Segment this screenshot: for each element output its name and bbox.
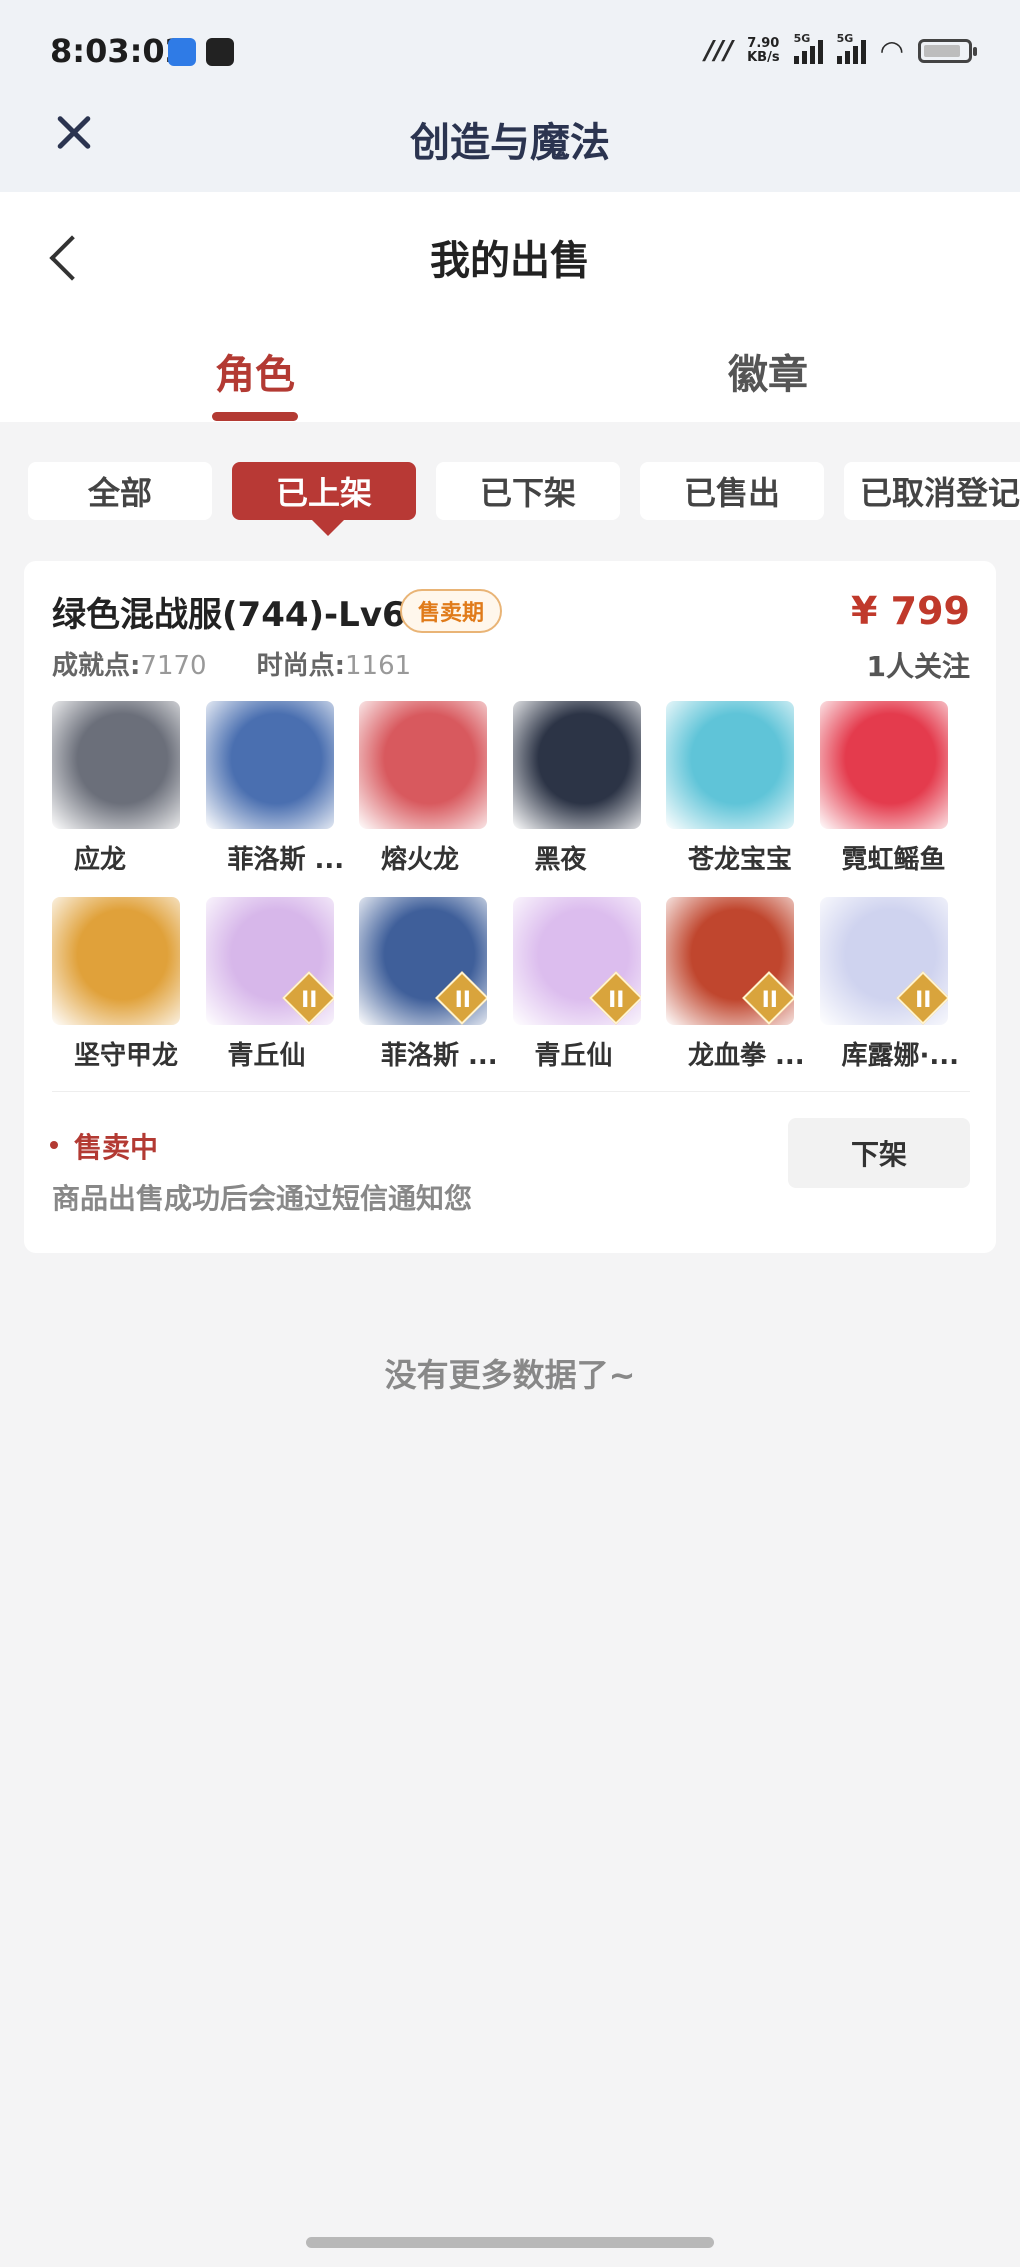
rank-glyph: II <box>915 988 932 1013</box>
rank-glyph: II <box>301 988 318 1013</box>
followers-count: 1人关注 <box>866 650 970 683</box>
pet-portrait <box>359 701 487 829</box>
listing-card[interactable]: 绿色混战服(744)-Lv69 售卖期 ¥ 799 成就点:7170 时尚点:11… <box>24 561 996 1253</box>
status-time: 8:03:02 <box>50 32 187 70</box>
pet-portrait <box>205 701 334 829</box>
net-speed-unit: KB/s <box>747 49 780 65</box>
pet-name: 苍龙宝宝 <box>688 845 793 875</box>
rank-glyph: II <box>454 988 471 1013</box>
battery-icon <box>918 38 977 63</box>
app-title: 创造与魔法 <box>410 120 610 166</box>
pet-name: 应龙 <box>74 845 127 875</box>
rank-glyph: II <box>761 988 778 1013</box>
sms-notice: 商品出售成功后会通过短信通知您 <box>52 1182 473 1215</box>
role-stats: 成就点:7170 时尚点:1161 <box>52 645 411 682</box>
page-title: 我的出售 <box>430 238 590 284</box>
pet-item[interactable]: 应龙 <box>52 701 182 876</box>
tab-role[interactable]: 角色 <box>215 342 295 400</box>
signal-icon: 5G <box>793 32 823 64</box>
pet-item[interactable]: II 库露娜·... <box>819 897 960 1072</box>
pet-name: 菲洛斯 ... <box>227 845 345 875</box>
tab-badge[interactable]: 徽章 <box>728 342 808 400</box>
price: ¥ 799 <box>851 589 970 633</box>
pet-name: 库露娜·... <box>841 1041 960 1071</box>
signal-label-1: 5G <box>793 31 811 45</box>
filter-all[interactable]: 全部 <box>28 462 212 520</box>
signal-label-2: 5G <box>836 31 854 45</box>
pet-portrait: II <box>512 897 641 1025</box>
pet-item[interactable]: 菲洛斯 ... <box>205 701 345 876</box>
alipay-app-icon <box>206 38 234 66</box>
status-dot-icon <box>50 1141 58 1149</box>
pet-item[interactable]: 坚守甲龙 <box>52 897 182 1072</box>
rank-glyph: II <box>608 988 625 1013</box>
status-indicators: /// 7.90 KB/s 5G 5G ◠ <box>704 32 977 67</box>
delist-button[interactable]: 下架 <box>788 1118 970 1188</box>
pet-item[interactable]: II 青丘仙 <box>205 897 336 1072</box>
filter-sold[interactable]: 已售出 <box>640 462 824 520</box>
listing-status: 售卖中 <box>74 1131 159 1164</box>
pet-name: 青丘仙 <box>534 1041 613 1071</box>
pet-item[interactable]: 霓虹鳐鱼 <box>819 701 950 876</box>
app-title-bar: 创造与魔法 <box>0 100 1020 192</box>
divider <box>52 1091 970 1092</box>
pet-item[interactable]: II 龙血拳 ... <box>666 897 805 1072</box>
pet-name: 龙血拳 ... <box>688 1041 805 1071</box>
pet-item[interactable]: 熔火龙 <box>359 701 489 876</box>
pet-item[interactable]: 苍龙宝宝 <box>666 701 796 876</box>
fashion-value: 1161 <box>344 651 412 681</box>
filter-listed[interactable]: 已上架 <box>232 462 416 536</box>
pet-item[interactable]: II 青丘仙 <box>512 897 643 1072</box>
pet-name: 霓虹鳐鱼 <box>841 845 946 875</box>
no-more-data: 没有更多数据了~ <box>384 1356 636 1394</box>
pet-item[interactable]: II 菲洛斯 ... <box>359 897 498 1072</box>
wifi-icon: ◠ <box>879 34 904 67</box>
pet-portrait: II <box>819 897 948 1025</box>
net-speed: 7.90 KB/s <box>747 35 780 65</box>
status-bar: 8:03:02 /// 7.90 KB/s 5G 5G ◠ <box>0 0 1020 100</box>
filter-delisted[interactable]: 已下架 <box>436 462 620 520</box>
pet-portrait: II <box>359 897 487 1025</box>
pet-portrait: II <box>205 897 334 1025</box>
pet-portrait <box>666 701 794 829</box>
pet-portrait <box>52 701 180 829</box>
pet-name: 青丘仙 <box>227 1041 306 1071</box>
pet-portrait <box>819 701 948 829</box>
pet-name: 黑夜 <box>534 845 587 875</box>
pet-name: 坚守甲龙 <box>74 1041 179 1071</box>
status-filter-bar: 全部 已上架 已下架 已售出 已取消登记 <box>28 462 1020 536</box>
signal-icon-2: 5G <box>836 32 866 64</box>
achievement-label: 成就点: <box>52 651 141 681</box>
pet-portrait <box>512 701 641 829</box>
speed-icon: /// <box>704 35 734 66</box>
achievement-value: 7170 <box>140 651 207 681</box>
home-indicator[interactable] <box>306 2237 714 2248</box>
pet-name: 菲洛斯 ... <box>381 1041 498 1071</box>
net-speed-value: 7.90 <box>747 35 780 51</box>
role-name: 绿色混战服(744)-Lv69 <box>52 595 430 635</box>
sale-period-badge: 售卖期 <box>400 589 503 633</box>
filter-cancelled[interactable]: 已取消登记 <box>844 462 1020 520</box>
pet-portrait: II <box>666 897 794 1025</box>
page-header: 我的出售 角色 徽章 <box>0 192 1020 422</box>
pet-portrait <box>52 897 180 1025</box>
wireless-app-icon <box>168 38 196 66</box>
pet-name: 熔火龙 <box>381 845 460 875</box>
pet-item[interactable]: 黑夜 <box>512 701 643 876</box>
active-tab-indicator <box>212 412 298 421</box>
fashion-label: 时尚点: <box>256 651 345 681</box>
